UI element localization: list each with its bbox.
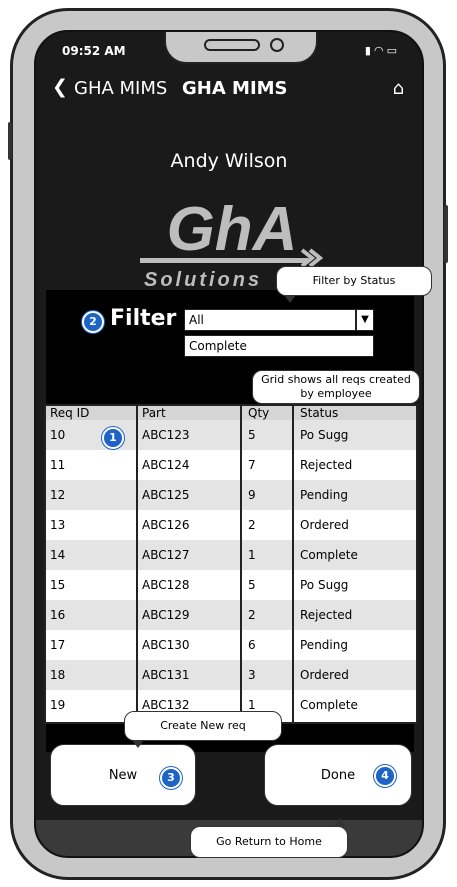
done-button-label: Done bbox=[320, 767, 356, 783]
status-icons: ▮◠▭ bbox=[365, 44, 400, 57]
column-divider bbox=[292, 406, 294, 722]
status-time: 09:52 AM bbox=[62, 44, 126, 58]
cell-qty: 5 bbox=[248, 578, 256, 592]
cell-status: Ordered bbox=[300, 518, 349, 532]
new-button-label: New bbox=[108, 767, 138, 783]
power-button bbox=[444, 205, 448, 263]
cell-qty: 7 bbox=[248, 458, 256, 472]
user-name: Andy Wilson bbox=[170, 150, 288, 172]
cell-qty: 3 bbox=[248, 668, 256, 682]
volume-button bbox=[8, 122, 12, 160]
cell-req-id: 12 bbox=[50, 488, 66, 502]
cell-req-id: 17 bbox=[50, 638, 66, 652]
cell-status: Rejected bbox=[300, 458, 353, 472]
cell-part: ABC126 bbox=[142, 518, 190, 532]
column-divider bbox=[240, 406, 242, 722]
callout-filter: Filter by Status bbox=[276, 266, 432, 296]
filter-badge: 2 bbox=[82, 310, 104, 333]
cell-status: Pending bbox=[300, 488, 348, 502]
cell-req-id: 18 bbox=[50, 668, 66, 682]
signal-icon: ▮ bbox=[364, 44, 374, 57]
cell-qty: 1 bbox=[248, 548, 256, 562]
cell-qty: 5 bbox=[248, 428, 256, 442]
cell-status: Complete bbox=[300, 698, 358, 712]
table-row[interactable]: 15 ABC128 5 Po Sugg bbox=[46, 570, 416, 600]
cell-qty: 2 bbox=[248, 608, 256, 622]
cell-req-id: 16 bbox=[50, 608, 66, 622]
cell-req-id: 14 bbox=[50, 548, 66, 562]
cell-req-id: 11 bbox=[50, 458, 66, 472]
column-divider bbox=[136, 406, 138, 722]
callout-new: Create New req bbox=[124, 711, 282, 741]
cell-part: ABC130 bbox=[142, 638, 190, 652]
new-badge: 3 bbox=[160, 766, 182, 789]
cell-part: ABC125 bbox=[142, 488, 190, 502]
nav-bar: ❮ GHA MIMS GHA MIMS ⌂ bbox=[36, 72, 422, 106]
table-row[interactable]: 12 ABC125 9 Pending bbox=[46, 480, 416, 510]
table-row[interactable]: 16 ABC129 2 Rejected bbox=[46, 600, 416, 630]
callout-grid: Grid shows all reqs created by employee bbox=[252, 370, 420, 404]
cell-part: ABC127 bbox=[142, 548, 190, 562]
cell-qty: 9 bbox=[248, 488, 256, 502]
wifi-icon: ◠ bbox=[373, 44, 387, 57]
cell-part: ABC123 bbox=[142, 428, 190, 442]
cell-qty: 6 bbox=[248, 638, 256, 652]
cell-status: Ordered bbox=[300, 668, 349, 682]
grid-header: Req ID Part Qty Status bbox=[46, 406, 416, 421]
filter-label: Filter bbox=[110, 306, 177, 331]
callout-tail bbox=[132, 740, 144, 748]
back-icon[interactable]: ❮ bbox=[52, 76, 68, 98]
grid-badge: 1 bbox=[102, 426, 124, 449]
status-filter-select[interactable]: All bbox=[184, 309, 356, 331]
home-icon[interactable]: ⌂ bbox=[393, 78, 404, 99]
camera bbox=[270, 38, 284, 52]
column-qty[interactable]: Qty bbox=[244, 406, 294, 420]
callout-home: Go Return to Home bbox=[190, 826, 348, 858]
column-req-id[interactable]: Req ID bbox=[46, 406, 136, 420]
cell-status: Po Sugg bbox=[300, 578, 349, 592]
cell-part: ABC131 bbox=[142, 668, 190, 682]
cell-part: ABC128 bbox=[142, 578, 190, 592]
cell-req-id: 15 bbox=[50, 578, 66, 592]
cell-status: Pending bbox=[300, 638, 348, 652]
cell-part: ABC129 bbox=[142, 608, 190, 622]
cell-qty: 2 bbox=[248, 518, 256, 532]
callout-tail bbox=[334, 818, 346, 826]
cell-status: Rejected bbox=[300, 608, 353, 622]
page-title: GHA MIMS bbox=[182, 78, 288, 99]
table-row[interactable]: 17 ABC130 6 Pending bbox=[46, 630, 416, 660]
logo-text: GhA bbox=[167, 195, 298, 264]
table-row[interactable]: 11 ABC124 7 Rejected bbox=[46, 450, 416, 480]
cell-status: Complete bbox=[300, 548, 358, 562]
table-row[interactable]: 13 ABC126 2 Ordered bbox=[46, 510, 416, 540]
logo-subtext: Solutions bbox=[144, 269, 262, 291]
callout-tail bbox=[284, 295, 296, 303]
cell-req-id: 13 bbox=[50, 518, 66, 532]
back-button[interactable]: GHA MIMS bbox=[74, 78, 167, 99]
table-row[interactable]: 18 ABC131 3 Ordered bbox=[46, 660, 416, 690]
column-part[interactable]: Part bbox=[138, 406, 242, 420]
table-row[interactable]: 14 ABC127 1 Complete bbox=[46, 540, 416, 570]
cell-status: Po Sugg bbox=[300, 428, 349, 442]
done-badge: 4 bbox=[374, 764, 396, 787]
cell-part: ABC124 bbox=[142, 458, 190, 472]
chevron-down-icon[interactable]: ▼ bbox=[356, 309, 374, 331]
filter-option-complete[interactable]: Complete bbox=[184, 335, 374, 357]
column-status[interactable]: Status bbox=[296, 406, 416, 420]
speaker bbox=[204, 39, 260, 51]
cell-req-id: 19 bbox=[50, 698, 66, 712]
battery-icon: ▭ bbox=[386, 44, 400, 57]
status-bar: 09:52 AM ▮◠▭ bbox=[36, 32, 422, 74]
requests-grid: Req ID Part Qty Status 10 ABC123 5 Po Sugg 1… bbox=[44, 404, 418, 724]
